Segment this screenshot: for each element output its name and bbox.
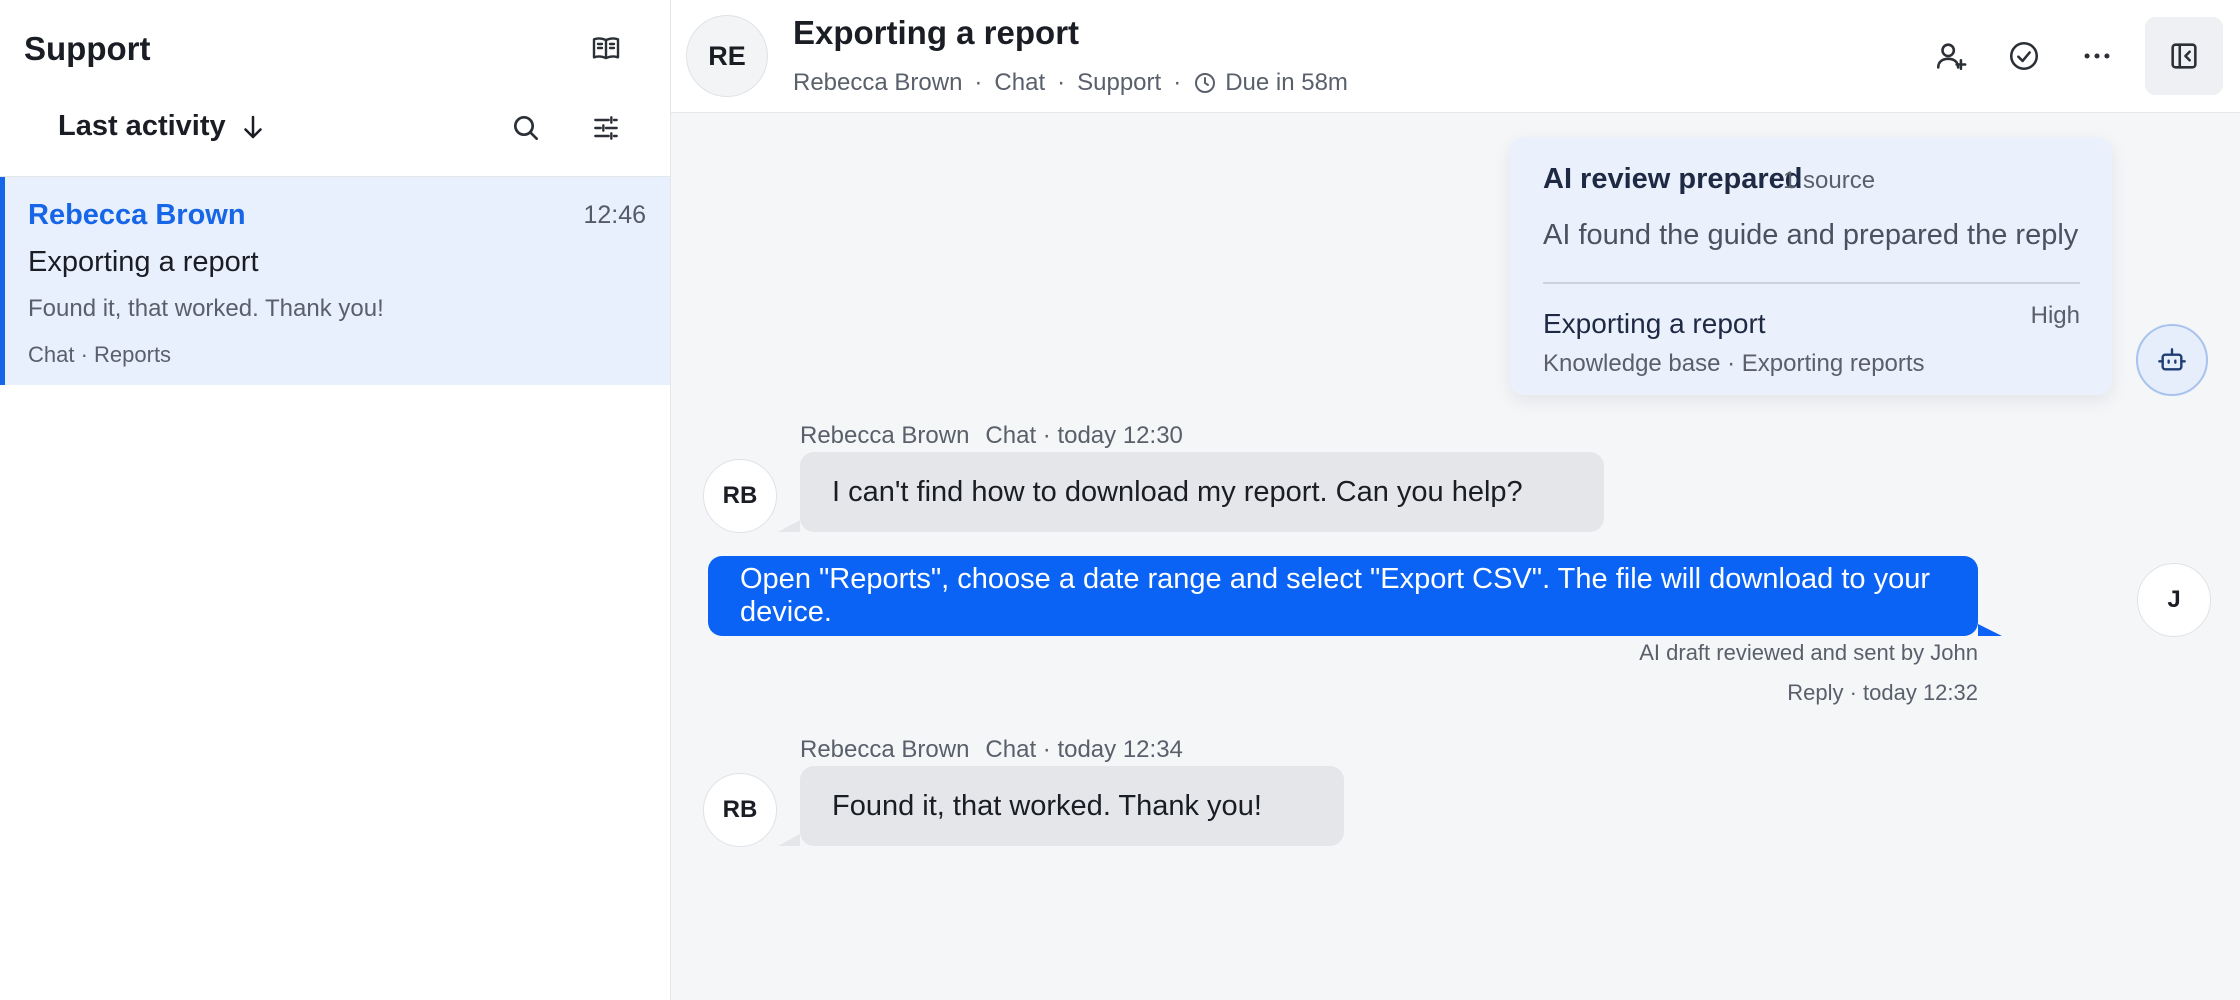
message-header: Rebecca Brown Chat · today 12:30	[800, 422, 1183, 450]
message-author: Rebecca Brown	[800, 736, 970, 763]
meta-separator: ·	[974, 69, 983, 96]
message-header: Rebecca Brown Chat · today 12:34	[800, 736, 1183, 764]
outgoing-message-bubble: Open "Reports", choose a date range and …	[708, 556, 2002, 636]
customer-avatar[interactable]: RB	[703, 773, 777, 847]
book-open-icon	[592, 37, 620, 60]
meta-separator: ·	[1173, 69, 1182, 96]
conversation-title: Exporting a report	[793, 14, 1080, 51]
message-meta: Chat · today 12:34	[985, 736, 1183, 763]
conversation-header: RE Exporting a report Rebecca Brown · Ch…	[671, 0, 2240, 113]
conversation-customer-name: Rebecca Brown	[28, 199, 246, 231]
ai-source-count: 1 source	[1783, 167, 1876, 194]
toggle-panel-button[interactable]	[2145, 17, 2223, 95]
customer-avatar[interactable]: RE	[686, 15, 768, 97]
conversation-meta: Chat · Reports	[28, 342, 172, 367]
bot-icon	[2158, 348, 2186, 371]
ai-assistant-avatar[interactable]	[2136, 324, 2208, 396]
meta-separator: ·	[1057, 69, 1066, 96]
message-text: Open "Reports", choose a date range and …	[740, 563, 1931, 628]
incoming-message-bubble: I can't find how to download my report. …	[778, 452, 1604, 532]
message-text: Found it, that worked. Thank you!	[832, 789, 1262, 822]
conversation-list-item[interactable]: Rebecca Brown 12:46 Exporting a report F…	[0, 177, 670, 385]
ai-source-confidence: High	[2030, 302, 2080, 329]
panel-toggle-icon	[2171, 43, 2197, 69]
ai-review-title: AI review prepared	[1543, 163, 1803, 195]
ai-review-panel: AI review prepared 1 source AI found the…	[1510, 137, 2112, 395]
conversation-meta: Rebecca Brown · Chat · Support · Due in …	[793, 69, 1348, 97]
clock-icon	[1195, 73, 1216, 93]
more-options-button[interactable]	[2062, 21, 2132, 91]
conversation-subject: Exporting a report	[28, 246, 259, 278]
channel-label: Chat	[994, 69, 1046, 96]
conversation-view: RE Exporting a report Rebecca Brown · Ch…	[671, 0, 2240, 1000]
conversation-time: 12:46	[583, 201, 646, 229]
sort-label: Last activity	[58, 110, 226, 142]
sort-dropdown[interactable]: Last activity	[58, 110, 268, 143]
team-label: Support	[1077, 69, 1162, 96]
user-plus-icon	[1936, 43, 1967, 71]
search-button[interactable]	[502, 104, 550, 152]
message-author: Rebecca Brown	[800, 422, 970, 449]
check-circle-icon	[2009, 41, 2039, 71]
ai-review-description: AI found the guide and prepared the repl…	[1543, 219, 2079, 251]
message-note: AI draft reviewed and sent by John	[1639, 640, 1978, 665]
message-text: I can't find how to download my report. …	[832, 475, 1523, 508]
message-meta: Chat · today 12:30	[985, 422, 1183, 449]
ai-review-divider	[1543, 282, 2080, 284]
resolve-button[interactable]	[1989, 21, 2059, 91]
arrow-down-icon	[243, 115, 262, 138]
assign-button[interactable]	[1916, 21, 1986, 91]
more-horizontal-icon	[2084, 53, 2110, 59]
due-label: Due in 58m	[1225, 69, 1348, 96]
customer-avatar[interactable]: RB	[703, 459, 777, 533]
search-icon	[514, 116, 538, 140]
sidebar-title: Support	[24, 30, 151, 67]
conversation-preview: Found it, that worked. Thank you!	[28, 295, 384, 322]
customer-name[interactable]: Rebecca Brown	[793, 69, 962, 97]
incoming-message-bubble: Found it, that worked. Thank you!	[778, 766, 1344, 846]
message-meta: Reply · today 12:32	[1787, 680, 1978, 705]
conversation-sidebar: Support Last activity Rebecca Brown 12:4…	[0, 0, 671, 1000]
knowledge-base-button[interactable]	[582, 24, 630, 72]
sliders-icon	[594, 116, 618, 140]
agent-avatar[interactable]: J	[2137, 563, 2211, 637]
ai-source-link[interactable]: Exporting a report	[1543, 308, 1766, 340]
ai-source-path: Knowledge base · Exporting reports	[1543, 350, 1925, 377]
filter-button[interactable]	[582, 104, 630, 152]
